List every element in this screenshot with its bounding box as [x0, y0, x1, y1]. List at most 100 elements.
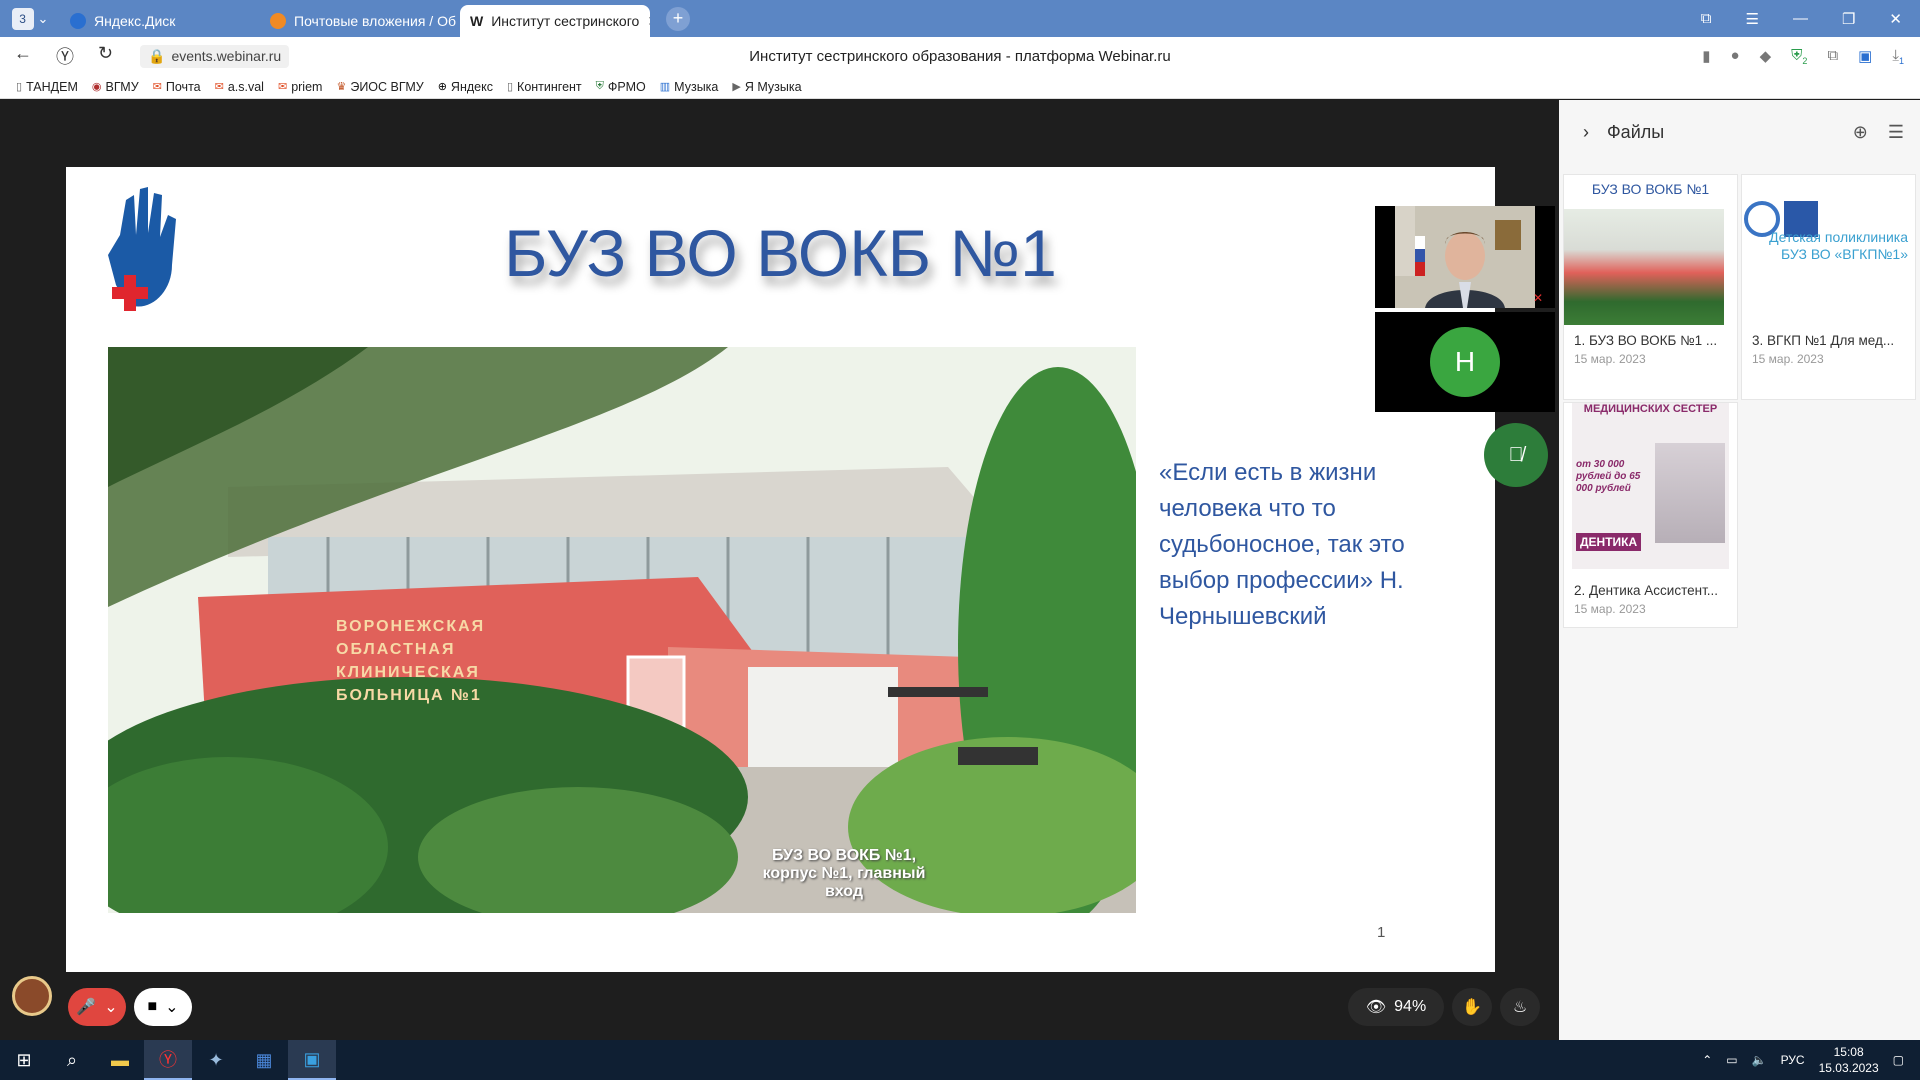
tab-yandex-disk[interactable]: Яндекс.Диск — [60, 5, 260, 37]
collections-icon[interactable]: ⧉ — [1701, 10, 1712, 28]
file-explorer-icon[interactable]: ▬ — [96, 1040, 144, 1080]
speaker-video[interactable]: ✕ — [1375, 206, 1555, 308]
raise-hand-button[interactable]: ✋ — [1452, 988, 1492, 1026]
yandex-icon[interactable]: Ⓨ — [56, 43, 74, 69]
chevron-up-icon[interactable]: ⌃ — [1702, 1053, 1712, 1067]
close-tab-icon[interactable]: ✕ — [647, 13, 650, 30]
tab-label: Почтовые вложения / Об — [294, 13, 456, 29]
new-tab-button[interactable]: + — [666, 6, 690, 31]
bookmark-item[interactable]: ▶ Я Музыка — [732, 80, 801, 94]
thumb-title: Детская поликлиника БУЗ ВО «ВГКП№1» — [1769, 229, 1908, 262]
calculator-icon[interactable]: ▦ — [240, 1040, 288, 1080]
chevron-down-icon[interactable]: ⌄ — [165, 997, 178, 1017]
volume-icon[interactable]: 🔈 — [1752, 1053, 1767, 1067]
bookmark-icon[interactable]: ◆ — [1760, 47, 1772, 66]
back-icon[interactable]: ← — [14, 43, 32, 69]
bookmark-item[interactable]: ▥ Музыка — [660, 80, 719, 94]
mic-off-icon: 🎤 — [76, 999, 97, 1016]
collections-icon[interactable]: ⧉ — [1827, 47, 1838, 66]
extension-icon[interactable]: ⛨2 — [1791, 47, 1807, 66]
thumb-title: МЕДИЦИНСКИХ СЕСТЕР — [1583, 403, 1718, 415]
profile-icon[interactable]: ▣ — [1858, 47, 1872, 66]
url-field[interactable]: 🔒 events.webinar.ru — [140, 44, 290, 68]
camera-icon[interactable]: ▮ — [1702, 47, 1710, 66]
mail-icon: ✉ — [277, 81, 288, 93]
bookmark-item[interactable]: ✉ a.s.val — [215, 80, 264, 94]
reload-icon[interactable]: ↻ — [98, 43, 113, 69]
camera-toggle-button[interactable]: ■ ⌄ — [134, 988, 192, 1026]
camera-icon: ■ — [147, 998, 158, 1015]
participant-avatar: Н — [1430, 327, 1500, 397]
list-view-icon[interactable]: ☰ — [1888, 122, 1904, 143]
vgmu-icon: ◉ — [91, 81, 102, 93]
file-card[interactable]: БУЗ ВО ВОКБ №1 1. БУЗ ВО ВОКБ №1 ... 15 … — [1563, 174, 1738, 400]
address-actions: ▮ ● ◆ ⛨2 ⧉ ▣ ⤓1 — [1702, 47, 1920, 66]
hospital-photo-art — [108, 347, 1136, 913]
ext-badge: 2 — [1802, 55, 1808, 66]
restore-icon[interactable]: ❐ — [1842, 10, 1855, 28]
tab-group-control[interactable]: 3 ⌄ — [0, 0, 60, 37]
add-file-icon[interactable]: ⊕ — [1853, 122, 1868, 143]
chevron-down-icon[interactable]: ⌄ — [104, 997, 117, 1017]
bookmark-item[interactable]: ♛ ЭИОС ВГМУ — [336, 80, 423, 94]
close-window-icon[interactable]: ✕ — [1889, 10, 1902, 28]
reactions-button[interactable]: ♨ — [1500, 988, 1540, 1026]
menu-icon[interactable]: ☰ — [1746, 10, 1759, 28]
page-icon: ▯ — [16, 81, 23, 93]
notifications-icon[interactable]: ▢ — [1893, 1053, 1904, 1067]
bookmark-item[interactable]: ▯ Контингент — [507, 80, 582, 94]
file-thumbnail: Детская поликлиника БУЗ ВО «ВГКП№1» — [1742, 175, 1915, 325]
bookmark-item[interactable]: ✉ priem — [278, 80, 322, 94]
tab-label: Институт сестринского — [491, 13, 640, 29]
chevron-down-icon[interactable]: ⌄ — [38, 11, 49, 27]
media-app-icon[interactable]: ▣ — [288, 1040, 336, 1080]
file-name: 2. Дентика Ассистент... — [1574, 583, 1719, 598]
files-panel: › Файлы ⊕ ☰ БУЗ ВО ВОКБ №1 1. БУЗ ВО ВОК… — [1559, 100, 1920, 1040]
yandex-browser-icon[interactable]: Ⓨ — [144, 1040, 192, 1080]
clock-time: 15:08 — [1833, 1045, 1864, 1059]
bookmark-item[interactable]: ⊕ Яндекс — [438, 80, 493, 94]
mic-toggle-button[interactable]: 🎤 ⌄ — [68, 988, 126, 1026]
search-icon[interactable]: ⌕ — [48, 1040, 96, 1080]
thumb-photo — [1564, 209, 1724, 325]
shield-icon: ⛨ — [595, 80, 604, 92]
bookmark-item[interactable]: ✉ Почта — [153, 80, 201, 94]
bookmark-item[interactable]: ◉ ВГМУ — [92, 80, 139, 94]
org-logo — [12, 976, 52, 1016]
tab-mail-attachments[interactable]: Почтовые вложения / Об — [260, 5, 460, 37]
download-icon[interactable]: ⤓1 — [1892, 47, 1904, 66]
bookmark-item[interactable]: ⛨ ФРМО — [596, 80, 646, 94]
bookmark-item[interactable]: ▯ ТАНДЕМ — [16, 80, 78, 94]
start-icon[interactable]: ⊞ — [0, 1040, 48, 1080]
clock[interactable]: 15:08 15.03.2023 — [1819, 1044, 1879, 1076]
participant-tile[interactable]: Н — [1375, 312, 1555, 412]
input-language[interactable]: РУС — [1781, 1053, 1805, 1067]
network-icon[interactable]: ▭ — [1726, 1053, 1737, 1067]
file-card[interactable]: Детская поликлиника БУЗ ВО «ВГКП№1» 3. В… — [1741, 174, 1916, 400]
slide-quote: «Если есть в жизни человека что то судьб… — [1159, 459, 1405, 630]
tab-counter[interactable]: 3 — [11, 7, 34, 30]
tab-webinar[interactable]: W Институт сестринского ✕ — [460, 5, 650, 37]
file-date: 15 мар. 2023 — [1574, 602, 1646, 616]
download-badge: 1 — [1898, 55, 1904, 66]
presentation-stage: БУЗ ВО ВОКБ №1 ВОРОНЕЖСКАЯ ОБЛАСТНАЯ КЛИ… — [0, 100, 1559, 1040]
mail-icon: ✉ — [214, 81, 224, 93]
url-text: events.webinar.ru — [171, 48, 282, 64]
system-tray: ⌃ ▭ 🔈 РУС 15:08 15.03.2023 ▢ — [1702, 1044, 1920, 1076]
file-thumbnail: МЕДИЦИНСКИХ СЕСТЕР от 30 000 рублей до 6… — [1572, 403, 1729, 569]
file-card[interactable]: МЕДИЦИНСКИХ СЕСТЕР от 30 000 рублей до 6… — [1563, 402, 1738, 628]
attendance-value: 94% — [1394, 998, 1427, 1015]
window-controls: ⧉ ☰ — ❐ ✕ — [1701, 10, 1920, 28]
nav-buttons: ← Ⓨ ↻ — [0, 43, 140, 69]
mic-off-button[interactable]: 🎙̸ — [1484, 423, 1548, 487]
tab-label: Яндекс.Диск — [94, 13, 176, 29]
file-date: 15 мар. 2023 — [1752, 352, 1824, 366]
app-icon[interactable]: ✦ — [192, 1040, 240, 1080]
mic-icon[interactable]: ● — [1731, 47, 1740, 66]
mail-icon: ✉ — [152, 81, 162, 93]
file-date: 15 мар. 2023 — [1574, 352, 1646, 366]
minimize-icon[interactable]: — — [1793, 10, 1808, 28]
attendance-indicator[interactable]: 👁 94% — [1348, 988, 1444, 1026]
chevron-right-icon[interactable]: › — [1583, 122, 1589, 143]
thumb-brand: ДЕНТИКА — [1576, 533, 1642, 551]
